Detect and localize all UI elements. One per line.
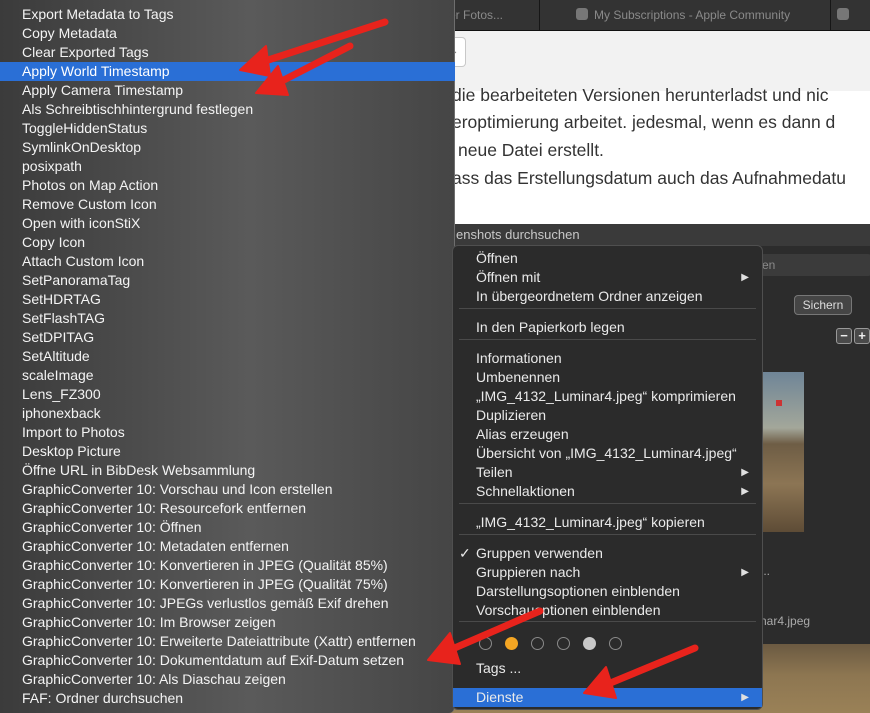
- annotation-arrow: [583, 644, 699, 699]
- annotation-arrow: [427, 607, 544, 665]
- annotation-arrows: [239, 18, 699, 699]
